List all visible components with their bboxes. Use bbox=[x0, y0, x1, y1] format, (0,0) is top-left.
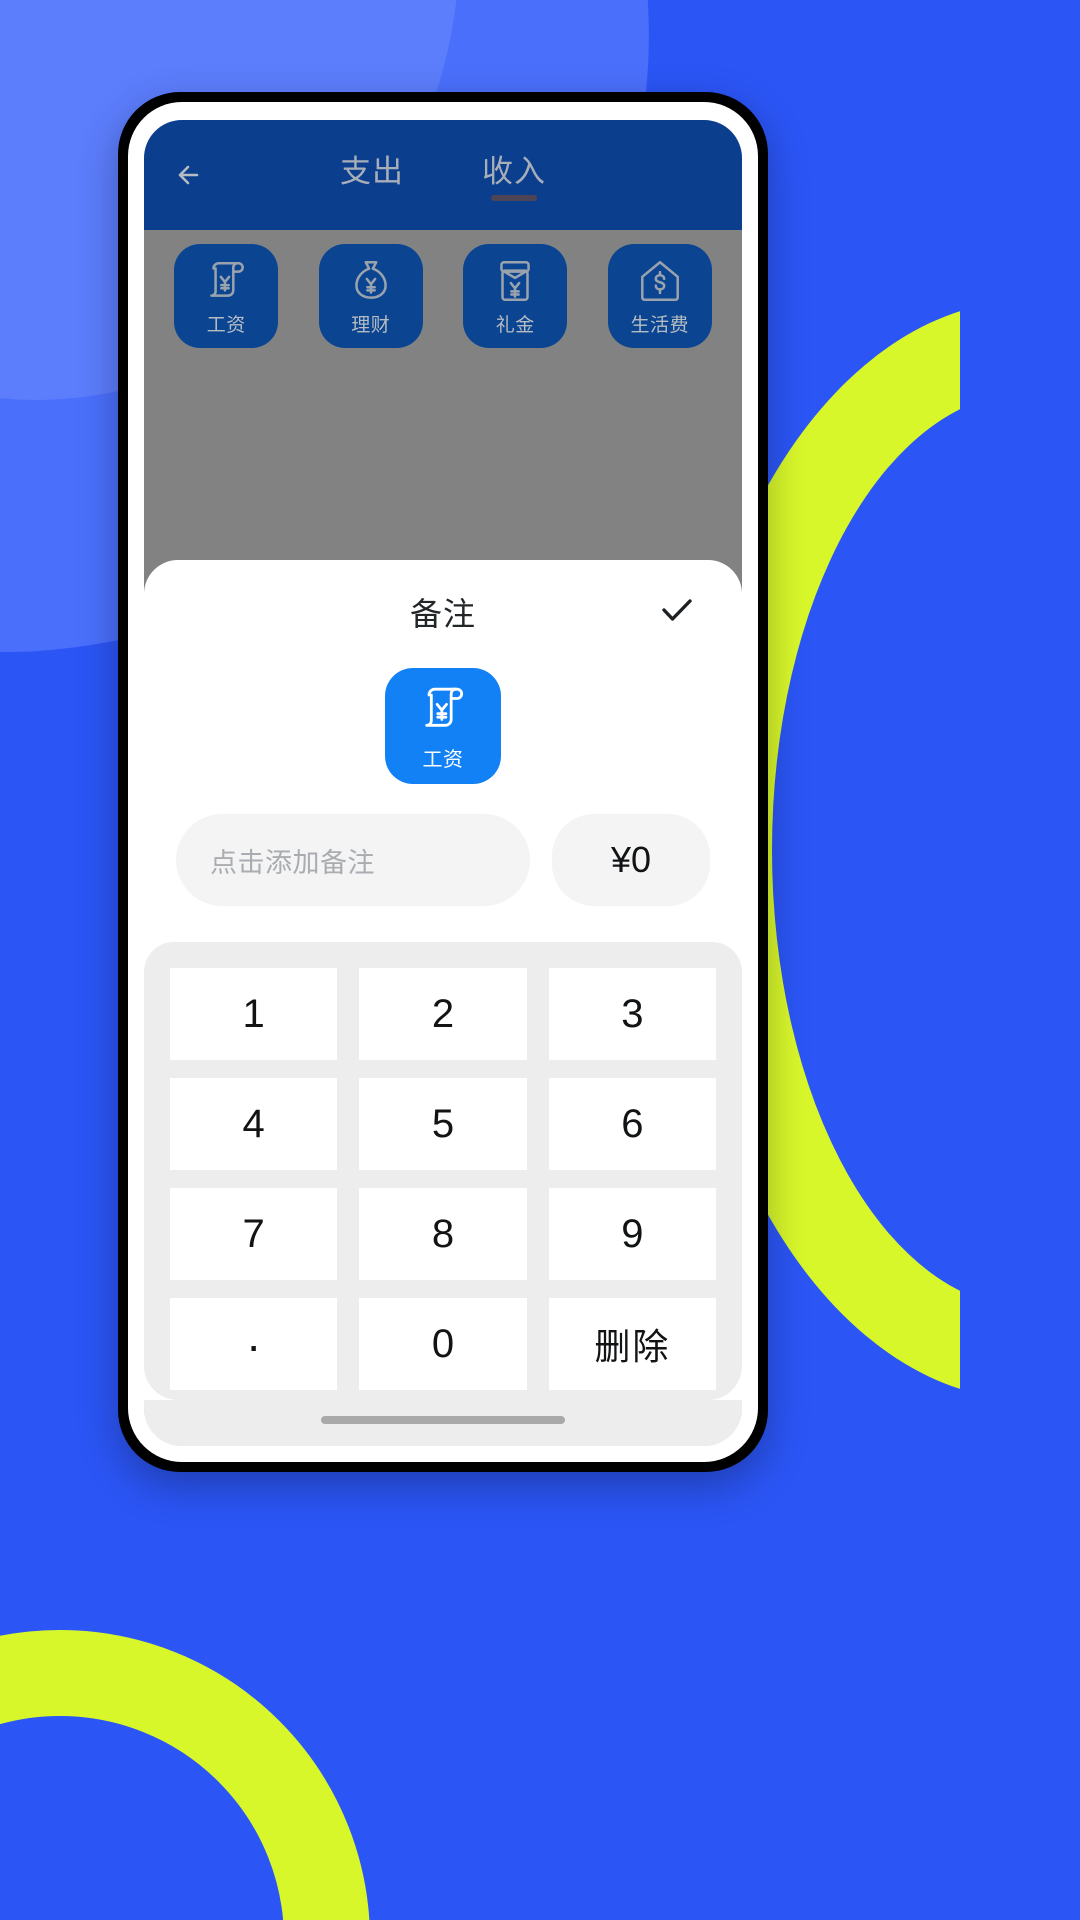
category-tile: 礼金 bbox=[463, 244, 568, 348]
key-5[interactable]: 5 bbox=[359, 1078, 527, 1170]
selected-category-wrap: 工资 bbox=[144, 664, 742, 814]
sheet-header: 备注 bbox=[144, 560, 742, 664]
red-envelope-yen-icon bbox=[490, 256, 540, 306]
phone-frame: 支出 收入 工资 理财 礼金 生活费 备注 工资 点击添加备注 ¥0 1 2 3… bbox=[118, 92, 768, 1472]
category-tile: 生活费 bbox=[607, 244, 712, 348]
tab-income-label: 收入 bbox=[482, 153, 546, 189]
background-lime-ring-left bbox=[0, 1630, 370, 1920]
selected-category-label: 工资 bbox=[422, 748, 464, 771]
category-label: 理财 bbox=[351, 314, 391, 336]
key-3[interactable]: 3 bbox=[548, 968, 716, 1060]
tab-active-underline bbox=[491, 194, 537, 201]
key-decimal[interactable]: . bbox=[170, 1298, 338, 1390]
promo-background: 支出 收入 工资 理财 礼金 生活费 备注 工资 点击添加备注 ¥0 1 2 3… bbox=[0, 0, 1080, 1920]
phone-screen: 支出 收入 工资 理财 礼金 生活费 备注 工资 点击添加备注 ¥0 1 2 3… bbox=[144, 120, 742, 1446]
key-9[interactable]: 9 bbox=[548, 1188, 716, 1280]
note-input-placeholder: 点击添加备注 bbox=[210, 847, 375, 878]
entry-row: 点击添加备注 ¥0 bbox=[144, 814, 742, 942]
key-6[interactable]: 6 bbox=[548, 1078, 716, 1170]
background-mask-right bbox=[960, 250, 1080, 1500]
nav-tabs: 支出 收入 bbox=[144, 120, 742, 230]
key-1[interactable]: 1 bbox=[170, 968, 338, 1060]
key-delete[interactable]: 删除 bbox=[548, 1298, 716, 1390]
amount-value: ¥0 bbox=[610, 839, 652, 880]
app-bar: 支出 收入 bbox=[144, 120, 742, 230]
category-item-gift[interactable]: 礼金 bbox=[443, 244, 588, 348]
category-tile: 理财 bbox=[318, 244, 423, 348]
selected-category-tile[interactable]: 工资 bbox=[385, 668, 501, 784]
house-dollar-icon bbox=[635, 256, 685, 306]
tab-income[interactable]: 收入 bbox=[482, 146, 546, 201]
money-bag-yen-icon bbox=[346, 256, 396, 306]
home-indicator bbox=[321, 1416, 565, 1424]
salary-scroll-yen-icon bbox=[201, 256, 251, 306]
tab-expense[interactable]: 支出 bbox=[340, 146, 404, 201]
amount-display[interactable]: ¥0 bbox=[552, 814, 710, 906]
home-indicator-area bbox=[144, 1400, 742, 1446]
tab-expense-label: 支出 bbox=[340, 153, 404, 189]
category-label: 工资 bbox=[206, 314, 246, 336]
category-item-living[interactable]: 生活费 bbox=[588, 244, 733, 348]
sheet-title: 备注 bbox=[409, 596, 476, 632]
category-grid: 工资 理财 礼金 生活费 bbox=[144, 230, 742, 348]
numeric-keypad: 1 2 3 4 5 6 7 8 9 . 0 删除 bbox=[144, 942, 742, 1400]
category-tile: 工资 bbox=[174, 244, 279, 348]
category-label: 礼金 bbox=[495, 314, 535, 336]
category-label: 生活费 bbox=[630, 314, 689, 336]
note-input[interactable]: 点击添加备注 bbox=[176, 814, 530, 906]
check-icon bbox=[654, 587, 700, 638]
confirm-button[interactable] bbox=[650, 585, 704, 639]
key-8[interactable]: 8 bbox=[359, 1188, 527, 1280]
key-4[interactable]: 4 bbox=[170, 1078, 338, 1170]
note-bottom-sheet: 备注 工资 点击添加备注 ¥0 1 2 3 4 5 6 7 8 9 . 0 删除 bbox=[144, 560, 742, 1446]
key-7[interactable]: 7 bbox=[170, 1188, 338, 1280]
key-0[interactable]: 0 bbox=[359, 1298, 527, 1390]
salary-scroll-yen-icon bbox=[415, 681, 471, 742]
phone-bezel: 支出 收入 工资 理财 礼金 生活费 备注 工资 点击添加备注 ¥0 1 2 3… bbox=[128, 102, 758, 1462]
category-item-salary[interactable]: 工资 bbox=[154, 244, 299, 348]
category-item-investment[interactable]: 理财 bbox=[299, 244, 444, 348]
key-2[interactable]: 2 bbox=[359, 968, 527, 1060]
